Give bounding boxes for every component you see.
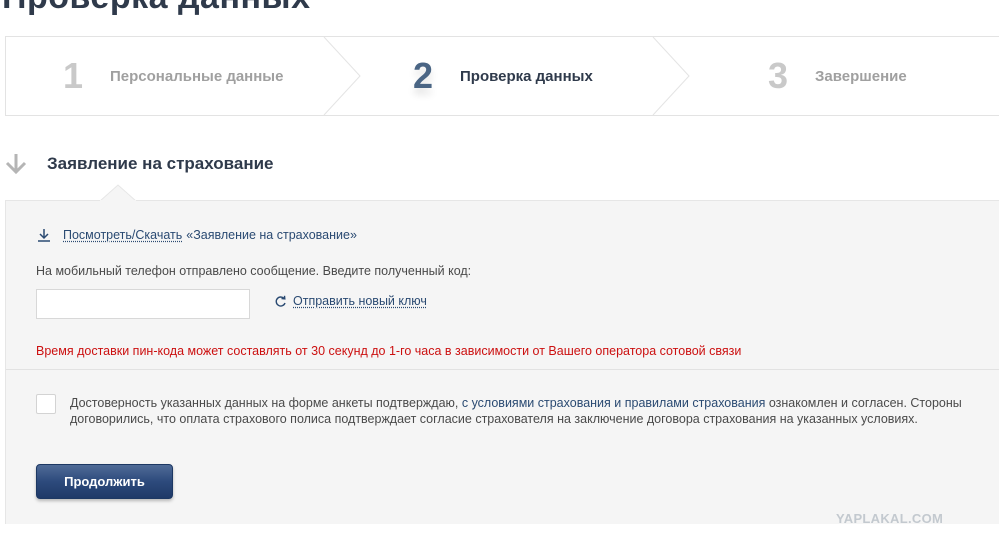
download-link[interactable]: Посмотреть/Скачать [63, 228, 182, 242]
agreement-text-part1: Достоверность указанных данных на форме … [70, 396, 462, 410]
step-number: 3 [767, 55, 789, 96]
step-separator-icon [323, 37, 361, 115]
sms-prompt: На мобильный телефон отправлено сообщени… [36, 264, 472, 278]
step-number: 2 [412, 55, 434, 96]
section-header: Заявление на страхование [5, 152, 274, 176]
section-title: Заявление на страхование [47, 154, 274, 173]
divider [6, 369, 999, 370]
agreement-checkbox[interactable] [36, 394, 56, 414]
continue-button[interactable]: Продолжить [36, 464, 173, 499]
page-title: Проверка данных [2, 0, 311, 17]
refresh-icon[interactable] [274, 295, 287, 308]
step-completion: 3 Завершение [761, 37, 907, 115]
resend-key-link[interactable]: Отправить новый ключ [293, 294, 427, 308]
download-icon[interactable] [36, 227, 52, 243]
download-row: Посмотреть/Скачать «Заявление на страхов… [36, 227, 357, 243]
step-data-check: 2 Проверка данных [406, 37, 593, 115]
step-personal-data: 1 Персональные данные [56, 37, 283, 115]
document-name: «Заявление на страхование» [186, 228, 357, 242]
delivery-warning: Время доставки пин-кода может составлять… [36, 344, 742, 358]
panel-notch [100, 184, 136, 202]
sms-code-input[interactable] [36, 289, 250, 319]
step-label: Проверка данных [460, 67, 593, 85]
step-separator-icon [652, 37, 690, 115]
watermark: YAPLAKAL.COM [836, 511, 944, 526]
step-number: 1 [62, 55, 84, 96]
step-label: Персональные данные [110, 67, 284, 85]
resend-row: Отправить новый ключ [274, 294, 427, 308]
arrow-down-icon [5, 154, 27, 175]
step-label: Завершение [815, 67, 907, 85]
insurance-terms-link[interactable]: с условиями страхования и правилами стра… [462, 396, 766, 410]
steps-bar: 1 Персональные данные 2 Проверка данных … [5, 36, 999, 116]
agreement-text: Достоверность указанных данных на форме … [70, 396, 975, 427]
